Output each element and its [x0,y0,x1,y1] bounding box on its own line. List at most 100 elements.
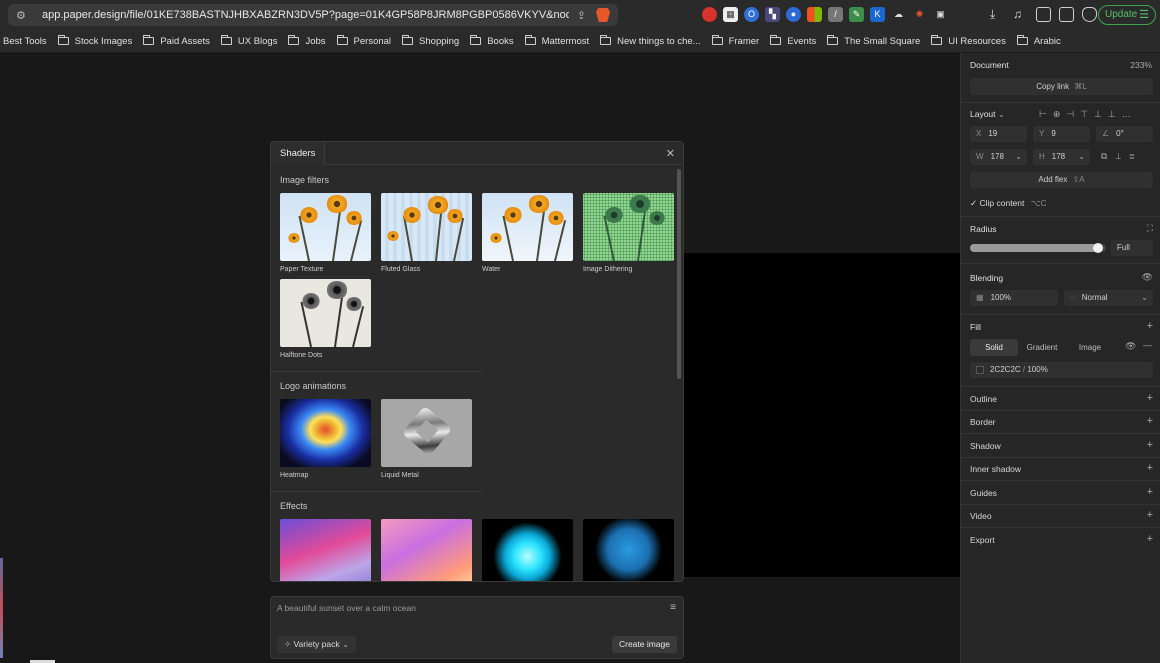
shader-tile-fluted-glass[interactable]: Fluted Glass [381,193,472,273]
bookmark-item[interactable]: Best Tools [3,36,47,47]
bookmark-folder[interactable]: Events [770,35,816,47]
constraint-icons[interactable]: ⧉⟂≣ [1101,151,1143,162]
wallet-icon[interactable] [1059,7,1074,22]
shader-tile-effect[interactable] [482,519,573,581]
bookmark-folder[interactable]: Framer [711,35,759,47]
bookmark-folder[interactable]: Personal [336,35,391,47]
extension-icon[interactable]: ▚ [765,7,780,22]
shader-tile-paper-texture[interactable]: Paper Texture [280,193,371,273]
bookmark-folder[interactable]: Books [470,35,514,47]
update-button[interactable]: Update ☰ [1098,5,1156,25]
bookmark-folder[interactable]: Shopping [402,35,460,47]
variety-pack-dropdown[interactable]: ✧ Variety pack ⌄ [277,636,357,653]
add-border-icon[interactable]: + [1147,415,1153,427]
chevron-down-icon: ⌄ [339,639,350,649]
extension-icon[interactable] [807,7,822,22]
extension-icon[interactable] [702,7,717,22]
share-icon[interactable]: ⇪ [577,9,586,22]
bookmark-folder[interactable]: UX Blogs [220,35,277,47]
bookmark-folder[interactable]: The Small Square [827,35,920,47]
extension-icon[interactable]: ▣ [933,7,948,22]
fill-color-field[interactable]: 2C2C2C / 100% [970,362,1153,378]
scrollbar[interactable] [677,169,681,379]
radius-field[interactable]: Full [1111,240,1153,256]
bookmark-folder[interactable]: Mattermost [524,35,589,47]
width-field[interactable]: W 178 ⌄ [970,149,1027,165]
bookmark-folder[interactable]: UI Resources [931,35,1006,47]
blend-mode-select[interactable]: ◌ Normal ⌄ [1064,290,1153,306]
align-icons[interactable]: ⊢⊕⊣⊤⊥⊥… [1039,109,1137,120]
sidebar-icon[interactable] [1036,7,1051,22]
eye-icon[interactable]: 👁 [1142,272,1153,283]
shader-tile-effect[interactable] [583,519,674,581]
artboard-frame[interactable] [684,253,960,577]
add-export-icon[interactable]: + [1147,533,1153,545]
shader-tile-liquid-metal[interactable]: Liquid Metal [381,399,472,479]
url-text[interactable]: app.paper.design/file/01KE738BASTNJHBXAB… [42,9,569,21]
shader-tile-image-dithering[interactable]: Image Dithering [583,193,674,273]
close-icon[interactable]: ✕ [666,147,675,160]
radius-slider-handle[interactable] [1093,243,1103,253]
shader-label: Halftone Dots [280,352,323,359]
clip-content-row[interactable]: ✓ Clip content ⌥C [970,198,1152,209]
fill-tab-gradient[interactable]: Gradient [1018,339,1066,356]
rotation-field[interactable]: ∠ 0° [1096,126,1153,142]
section-inner-shadow[interactable]: Inner shadow [970,464,1152,474]
add-guide-icon[interactable]: + [1147,486,1153,498]
shader-tile-heatmap[interactable]: Heatmap [280,399,371,479]
add-inner-shadow-icon[interactable]: + [1147,462,1153,474]
section-video[interactable]: Video [970,511,1152,521]
shield-icon[interactable] [1082,7,1097,22]
fill-tab-solid[interactable]: Solid [970,339,1018,356]
radius-slider[interactable] [970,243,1106,253]
height-field[interactable]: H 178 ⌄ [1033,149,1090,165]
x-field[interactable]: X 19 [970,126,1027,142]
site-settings-icon[interactable]: ⚙ [16,9,30,22]
extension-icon[interactable]: ▦ [723,7,738,22]
add-fill-icon[interactable]: + [1147,320,1153,332]
sparkle-icon[interactable]: ✺ [912,7,927,22]
bookmark-folder[interactable]: Paid Assets [143,35,210,47]
opacity-field[interactable]: ▦ 100% [970,290,1058,306]
corner-radius-icon[interactable]: ⛶ [1147,223,1153,234]
bookmark-folder[interactable]: Jobs [288,35,326,47]
menu-icon[interactable]: ≡ [670,602,676,613]
copy-link-button[interactable]: Copy link ⌘L [970,78,1153,95]
prompt-input[interactable]: A beautiful sunset over a calm ocean [277,603,416,613]
address-bar[interactable]: ⚙ app.paper.design/file/01KE738BASTNJHBX… [8,4,618,26]
bookmark-folder[interactable]: New things to che... [600,35,701,47]
bookmark-label: Shopping [419,35,460,47]
tab-shaders[interactable]: Shaders [271,142,326,165]
add-video-icon[interactable]: + [1147,509,1153,521]
fill-tab-image[interactable]: Image [1066,339,1114,356]
shader-tile-effect[interactable] [280,519,371,581]
cloud-icon[interactable]: ☁ [891,7,906,22]
music-icon[interactable]: ♫ [1013,7,1028,22]
extension-icon[interactable]: O [744,7,759,22]
zoom-level[interactable]: 233% [970,60,1152,70]
y-field[interactable]: Y9 [1033,126,1090,142]
section-border[interactable]: Border [970,417,1152,427]
remove-fill-icon[interactable]: — [1143,340,1152,350]
section-guides[interactable]: Guides [970,488,1152,498]
eye-icon[interactable]: 👁 [1125,341,1136,352]
add-outline-icon[interactable]: + [1147,392,1153,404]
color-swatch[interactable] [976,365,984,374]
create-image-button[interactable]: Create image [611,636,677,653]
section-export[interactable]: Export [970,535,1152,545]
extension-icon[interactable]: K [870,7,885,22]
add-shadow-icon[interactable]: + [1147,439,1153,451]
section-outline[interactable]: Outline [970,394,1152,404]
bookmark-folder[interactable]: Arabic [1016,35,1061,47]
extension-icon[interactable]: ● [786,7,801,22]
extension-icon[interactable]: / [828,7,843,22]
download-icon[interactable]: ⤓ [990,7,1005,22]
shader-tile-effect[interactable] [381,519,472,581]
shader-tile-halftone-dots[interactable]: Halftone Dots [280,279,371,359]
brave-shield-icon[interactable] [596,8,610,22]
section-shadow[interactable]: Shadow [970,441,1152,451]
extension-icon[interactable]: ✎ [849,7,864,22]
bookmark-folder[interactable]: Stock Images [57,35,132,47]
shader-tile-water[interactable]: Water [482,193,573,273]
add-flex-button[interactable]: Add flex ⇧A [970,172,1153,188]
